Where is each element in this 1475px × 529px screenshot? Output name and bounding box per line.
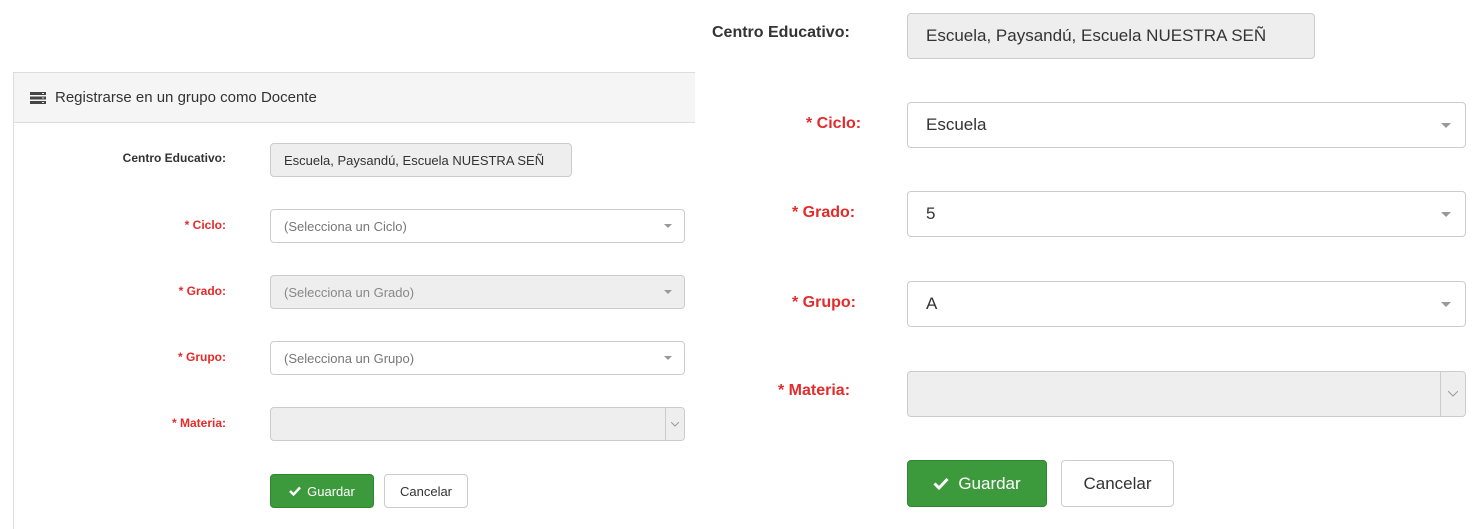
- cancel-label: Cancelar: [399, 483, 453, 499]
- grupo-label: * Grupo:: [792, 294, 856, 311]
- grupo-label: * Grupo:: [178, 350, 226, 364]
- save-label: Guardar: [958, 473, 1021, 493]
- centro-educativo-field: Escuela, Paysandú, Escuela NUESTRA SEÑ: [907, 13, 1315, 59]
- panel-title: Registrarse en un grupo como Docente: [55, 89, 317, 106]
- cancel-button[interactable]: Cancelar: [384, 474, 468, 508]
- grado-select[interactable]: 5: [907, 191, 1466, 237]
- grado-placeholder: (Selecciona un Grado): [284, 284, 415, 300]
- ciclo-select[interactable]: Escuela: [907, 102, 1466, 148]
- cancel-label: Cancelar: [1083, 473, 1152, 493]
- ciclo-value: Escuela: [926, 115, 987, 134]
- caret-down-icon: [1441, 122, 1451, 128]
- materia-label: * Materia:: [171, 416, 226, 430]
- ciclo-label: * Ciclo:: [806, 115, 862, 132]
- check-icon: [289, 486, 302, 496]
- grupo-select[interactable]: A: [907, 281, 1466, 327]
- centro-educativo-label: Centro Educativo:: [712, 24, 850, 41]
- centro-educativo-field: Escuela, Paysandú, Escuela NUESTRA SEÑ: [270, 143, 572, 177]
- caret-down-icon: [1441, 301, 1451, 307]
- panel-heading: Registrarse en un grupo como Docente: [14, 73, 695, 123]
- chevron-down-icon: [1440, 372, 1465, 416]
- centro-educativo-label: Centro Educativo:: [122, 151, 226, 165]
- grupo-select[interactable]: (Selecciona un Grupo): [270, 341, 685, 375]
- caret-down-icon: [664, 224, 672, 228]
- caret-down-icon: [664, 356, 672, 360]
- chevron-down-icon: [665, 408, 684, 440]
- grado-select[interactable]: (Selecciona un Grado): [270, 275, 685, 309]
- grado-label: * Grado:: [178, 284, 226, 298]
- ciclo-placeholder: (Selecciona un Ciclo): [284, 218, 407, 234]
- centro-educativo-value: Escuela, Paysandú, Escuela NUESTRA SEÑ: [926, 26, 1267, 45]
- grado-value: 5: [926, 204, 936, 223]
- caret-down-icon: [1441, 211, 1451, 217]
- ciclo-select[interactable]: (Selecciona un Ciclo): [270, 209, 685, 243]
- materia-select[interactable]: [907, 371, 1466, 417]
- check-icon: [933, 477, 949, 490]
- server-stack-icon: [30, 91, 46, 104]
- cancel-button[interactable]: Cancelar: [1061, 460, 1174, 507]
- materia-label: * Materia:: [778, 382, 851, 399]
- grado-label: * Grado:: [792, 204, 856, 221]
- save-button[interactable]: Guardar: [270, 474, 374, 508]
- grupo-value: A: [926, 294, 938, 313]
- centro-educativo-value: Escuela, Paysandú, Escuela NUESTRA SEÑ: [284, 152, 545, 168]
- materia-select[interactable]: [270, 407, 685, 441]
- save-button[interactable]: Guardar: [907, 460, 1047, 507]
- caret-down-icon: [664, 290, 672, 294]
- grupo-placeholder: (Selecciona un Grupo): [284, 350, 415, 366]
- save-label: Guardar: [307, 483, 355, 499]
- ciclo-label: * Ciclo:: [184, 218, 226, 232]
